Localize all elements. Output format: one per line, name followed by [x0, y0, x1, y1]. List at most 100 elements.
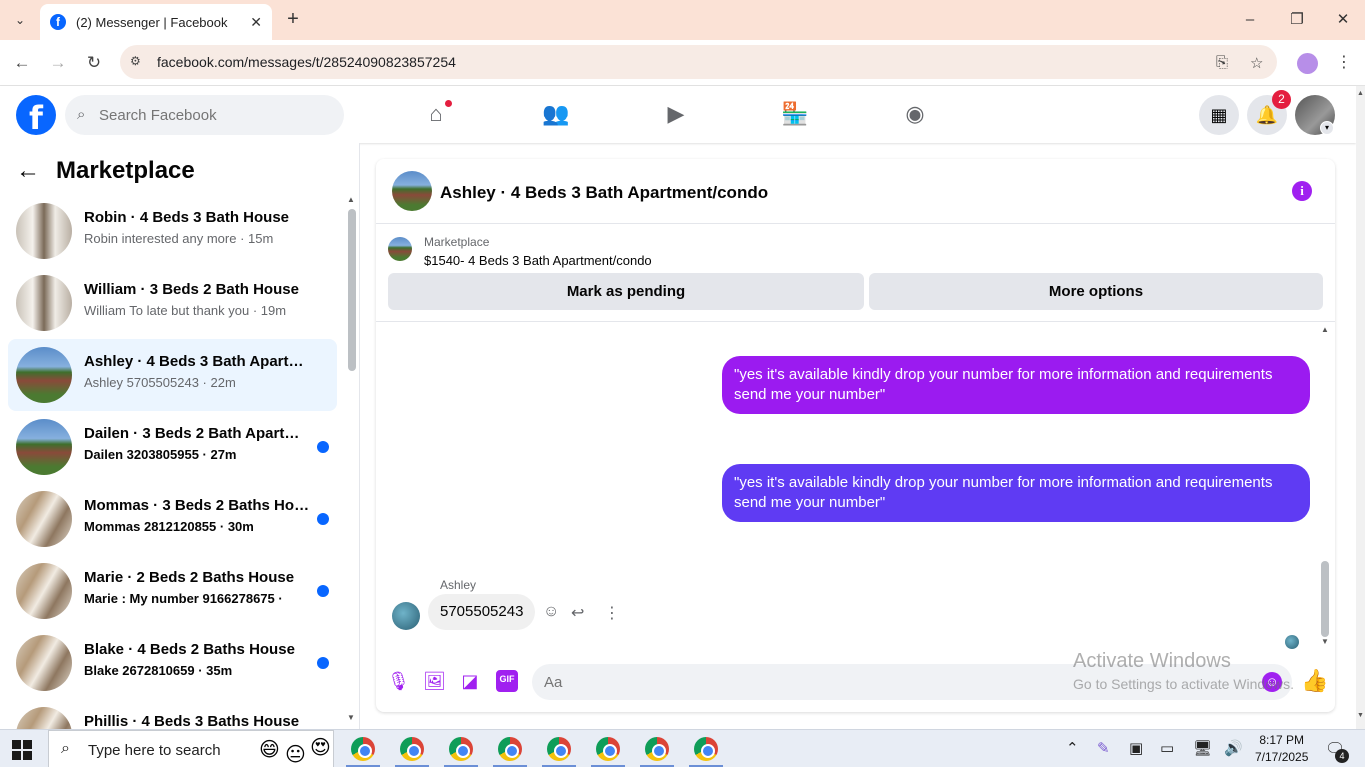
chrome-taskbar-icon[interactable] — [498, 737, 522, 761]
new-tab-plus-icon[interactable]: + — [282, 8, 304, 30]
sticker-icon[interactable]: ◪ — [459, 670, 481, 692]
message-input[interactable] — [544, 664, 1244, 700]
outgoing-message[interactable]: "yes it's available kindly drop your num… — [722, 356, 1310, 414]
conversation-list-scrollbar[interactable]: ▲ ▼ — [345, 195, 357, 725]
conversation-item[interactable]: Dailen · 3 Beds 2 Bath Apartment/condo Da… — [8, 411, 337, 483]
scroll-down-arrow-icon[interactable]: ▼ — [347, 713, 355, 722]
search-icon: ⌕ — [77, 106, 86, 123]
microphone-icon[interactable]: 🎙 — [387, 670, 410, 692]
back-arrow-icon[interactable]: ← — [10, 51, 34, 75]
chat-avatar[interactable] — [392, 171, 432, 211]
unread-dot — [317, 441, 329, 453]
sender-avatar[interactable] — [392, 602, 420, 630]
incoming-sender-name: Ashley — [440, 578, 477, 592]
minimize-window-icon[interactable]: – — [1238, 8, 1262, 32]
tab-search-chevron-icon[interactable]: ⌄ — [8, 8, 32, 32]
volume-icon[interactable]: 🔊 — [1224, 739, 1243, 757]
browser-toolbar: ← → ↻ ⚙ facebook.com/messages/t/28524090… — [0, 40, 1365, 86]
conversation-item[interactable]: Marie · 2 Beds 2 Baths House Marie : My n… — [8, 555, 337, 627]
scrollbar-thumb[interactable] — [348, 209, 356, 371]
battery-icon[interactable]: ▭ — [1160, 739, 1174, 757]
chat-panel: Ashley · 4 Beds 3 Bath Apartment/condo i… — [376, 159, 1335, 712]
conversation-item[interactable]: Mommas · 3 Beds 2 Baths House Mommas 2812… — [8, 483, 337, 555]
listing-thumbnail — [16, 275, 72, 331]
video-nav-icon[interactable]: ▶ — [662, 100, 690, 128]
conversation-title: Mommas · 3 Beds 2 Baths House — [84, 497, 312, 514]
show-hidden-icons-chevron-icon[interactable]: ⌃ — [1066, 739, 1079, 757]
close-tab-icon[interactable]: ✕ — [250, 14, 262, 31]
scrollbar-thumb[interactable] — [1321, 561, 1329, 637]
thumbs-up-like-icon[interactable]: 👍 — [1301, 668, 1328, 694]
network-icon[interactable]: 🖥 — [1193, 739, 1212, 757]
browser-tab-messenger[interactable]: f (2) Messenger | Facebook ✕ — [40, 4, 272, 40]
list-title: Marketplace — [56, 157, 195, 184]
url-text[interactable]: facebook.com/messages/t/2852409082385725… — [157, 54, 456, 70]
marketplace-nav-icon[interactable]: 🏪 — [781, 100, 809, 128]
message-composer[interactable]: ☺ — [532, 664, 1292, 700]
scroll-up-arrow-icon[interactable]: ▲ — [347, 195, 355, 204]
chrome-taskbar-icon[interactable] — [694, 737, 718, 761]
facebook-search-input[interactable] — [99, 95, 334, 135]
menu-grid-icon[interactable]: ▦ — [1199, 95, 1239, 135]
chrome-taskbar-icon[interactable] — [400, 737, 424, 761]
facebook-header: f ⌕ ⌂ 👥 ▶ 🏪 ◉ ▦ 🔔 — [0, 86, 1356, 143]
conversation-item[interactable]: William · 3 Beds 2 Bath House William To … — [8, 267, 337, 339]
chat-scrollbar[interactable]: ▲ ▼ — [1318, 325, 1332, 649]
scroll-up-arrow-icon[interactable]: ▲ — [1321, 325, 1329, 334]
clock-date: 7/17/2025 — [1255, 750, 1309, 764]
site-info-icon[interactable]: ⚙ — [130, 54, 146, 70]
facebook-search[interactable]: ⌕ — [65, 95, 344, 135]
info-icon[interactable]: i — [1292, 181, 1312, 201]
pen-icon[interactable]: ✎ — [1097, 739, 1110, 757]
reload-icon[interactable]: ↻ — [82, 51, 106, 75]
incoming-message[interactable]: 5705505243 — [428, 594, 536, 630]
taskbar-search-box[interactable]: ⌕ Type here to search 😄 😐 😍 — [48, 730, 334, 767]
browser-profile-avatar[interactable] — [1297, 53, 1318, 74]
bookmark-star-icon[interactable]: ☆ — [1250, 54, 1263, 72]
outgoing-message[interactable]: "yes it's available kindly drop your num… — [722, 464, 1310, 522]
react-emoji-icon[interactable]: ☺ — [543, 603, 559, 621]
chrome-taskbar-icon[interactable] — [645, 737, 669, 761]
address-bar[interactable]: ⚙ facebook.com/messages/t/28524090823857… — [120, 45, 1277, 79]
conversation-title: Phillis · 4 Beds 3 Baths House — [84, 713, 300, 730]
forward-arrow-icon[interactable]: → — [46, 51, 70, 75]
notification-badge: 2 — [1272, 90, 1291, 109]
conversation-item[interactable]: Ashley · 4 Beds 3 Bath Apartment/condo As… — [8, 339, 337, 411]
conversation-item[interactable]: Blake · 4 Beds 2 Baths House Blake 267281… — [8, 627, 337, 699]
browser-menu-kebab-icon[interactable]: ⋮ — [1336, 52, 1352, 72]
mark-as-pending-button[interactable]: Mark as pending — [388, 273, 864, 310]
restore-window-icon[interactable]: ❐ — [1285, 8, 1309, 32]
divider — [376, 321, 1335, 322]
close-window-icon[interactable]: ✕ — [1331, 8, 1355, 32]
chrome-taskbar-icon[interactable] — [596, 737, 620, 761]
photo-attach-icon[interactable]: 🖼 — [423, 670, 446, 692]
listing-title: $1540- 4 Beds 3 Bath Apartment/condo — [424, 253, 652, 268]
windows-start-icon[interactable] — [12, 740, 32, 760]
more-kebab-icon[interactable]: ⋮ — [604, 603, 620, 623]
meet-now-icon[interactable]: ▣ — [1129, 739, 1143, 757]
reply-icon[interactable]: ↩ — [571, 603, 584, 623]
more-options-button[interactable]: More options — [869, 273, 1323, 310]
emoji-picker-icon[interactable]: ☺ — [1262, 672, 1282, 692]
conversation-item[interactable]: Robin · 4 Beds 3 Bath House Robin interes… — [8, 195, 337, 267]
scroll-down-arrow-icon[interactable]: ▼ — [1321, 637, 1329, 646]
chat-header: Ashley · 4 Beds 3 Bath Apartment/condo i — [376, 159, 1335, 224]
conversation-snippet: Dailen 3203805955 · 27m — [84, 447, 237, 462]
account-chevron-icon[interactable]: ▾ — [1320, 121, 1334, 135]
scroll-up-arrow-icon[interactable]: ▲ — [1356, 90, 1365, 97]
groups-nav-icon[interactable]: ◉ — [901, 100, 929, 128]
back-arrow-icon[interactable]: ← — [16, 157, 48, 185]
conversation-title: Dailen · 3 Beds 2 Bath Apartment/condo — [84, 425, 312, 442]
facebook-logo-icon[interactable]: f — [16, 95, 56, 135]
conversation-title: William · 3 Beds 2 Bath House — [84, 281, 299, 298]
taskbar-clock[interactable]: 8:17 PM 7/17/2025 — [1255, 732, 1308, 766]
install-app-icon[interactable]: ⎘ — [1216, 54, 1228, 71]
chat-title[interactable]: Ashley · 4 Beds 3 Bath Apartment/condo — [440, 183, 768, 203]
page-scrollbar[interactable]: ▲ ▼ — [1356, 86, 1365, 734]
chrome-taskbar-icon[interactable] — [351, 737, 375, 761]
chrome-taskbar-icon[interactable] — [449, 737, 473, 761]
chrome-taskbar-icon[interactable] — [547, 737, 571, 761]
gif-icon[interactable]: GIF — [496, 670, 518, 692]
friends-nav-icon[interactable]: 👥 — [542, 100, 570, 128]
scroll-down-arrow-icon[interactable]: ▼ — [1356, 712, 1365, 719]
